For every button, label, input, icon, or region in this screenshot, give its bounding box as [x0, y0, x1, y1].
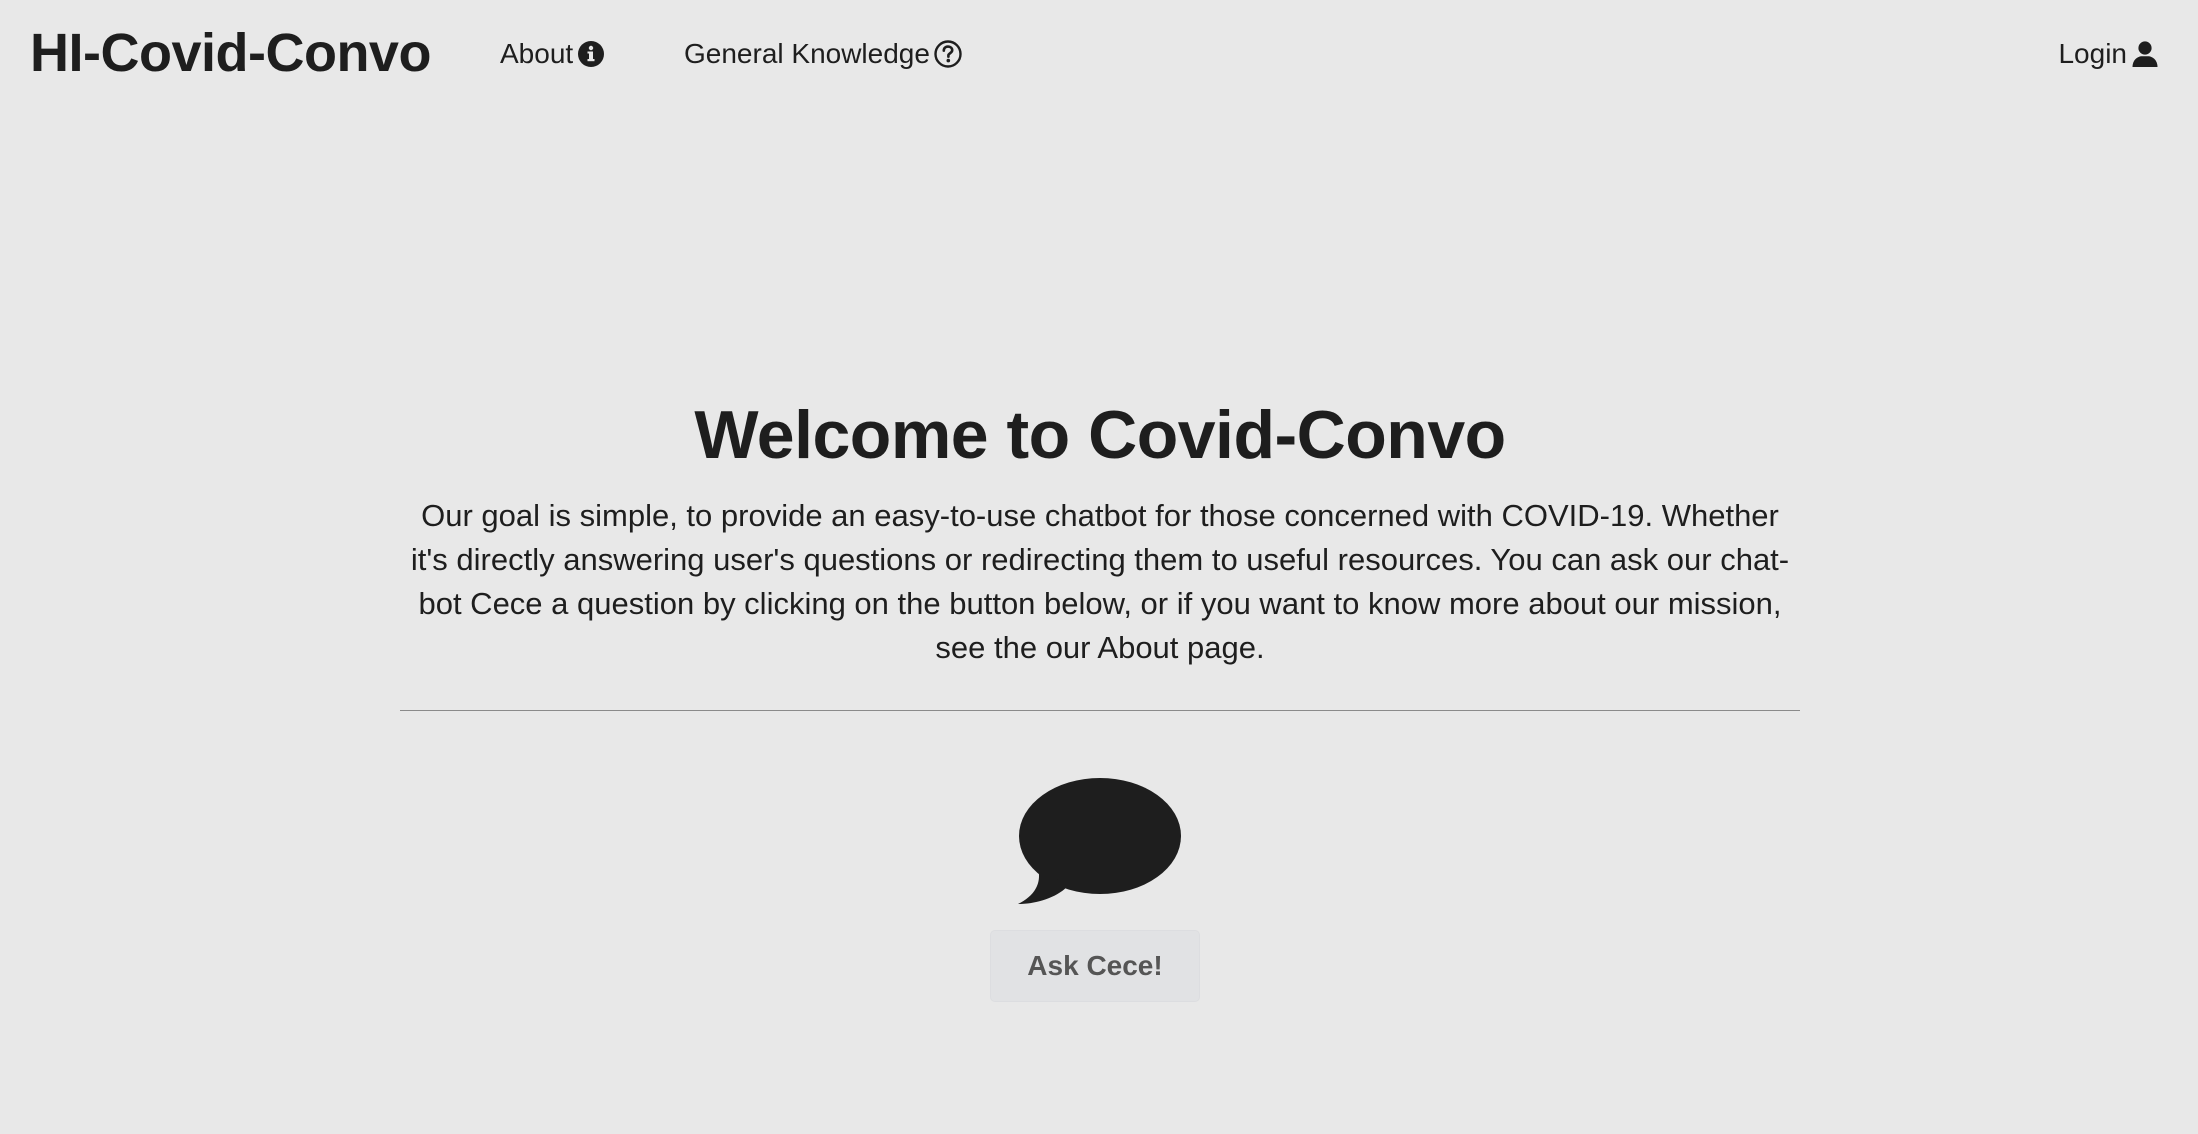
nav-login-link[interactable]: Login: [2058, 34, 2160, 74]
user-icon: [2130, 39, 2160, 69]
brand-logo[interactable]: HI-Covid-Convo: [30, 18, 431, 88]
question-circle-icon: [933, 39, 963, 69]
nav-about-label: About: [500, 38, 574, 69]
nav-general-knowledge-link[interactable]: General Knowledge: [684, 34, 963, 74]
main-content: Welcome to Covid-Convo Our goal is simpl…: [400, 390, 1800, 670]
info-circle-icon: [576, 39, 606, 69]
nav-general-knowledge-label: General Knowledge: [684, 38, 930, 69]
nav-login-label: Login: [2058, 38, 2127, 69]
section-divider: [400, 710, 1800, 711]
chat-bubble-icon: [1016, 776, 1182, 906]
navbar: HI-Covid-Convo About General Knowledge L…: [0, 0, 2198, 108]
nav-about-link[interactable]: About: [500, 34, 606, 74]
page-title: Welcome to Covid-Convo: [694, 397, 1506, 473]
intro-paragraph: Our goal is simple, to provide an easy-t…: [410, 498, 1790, 665]
ask-cece-button[interactable]: Ask Cece!: [990, 930, 1200, 1002]
